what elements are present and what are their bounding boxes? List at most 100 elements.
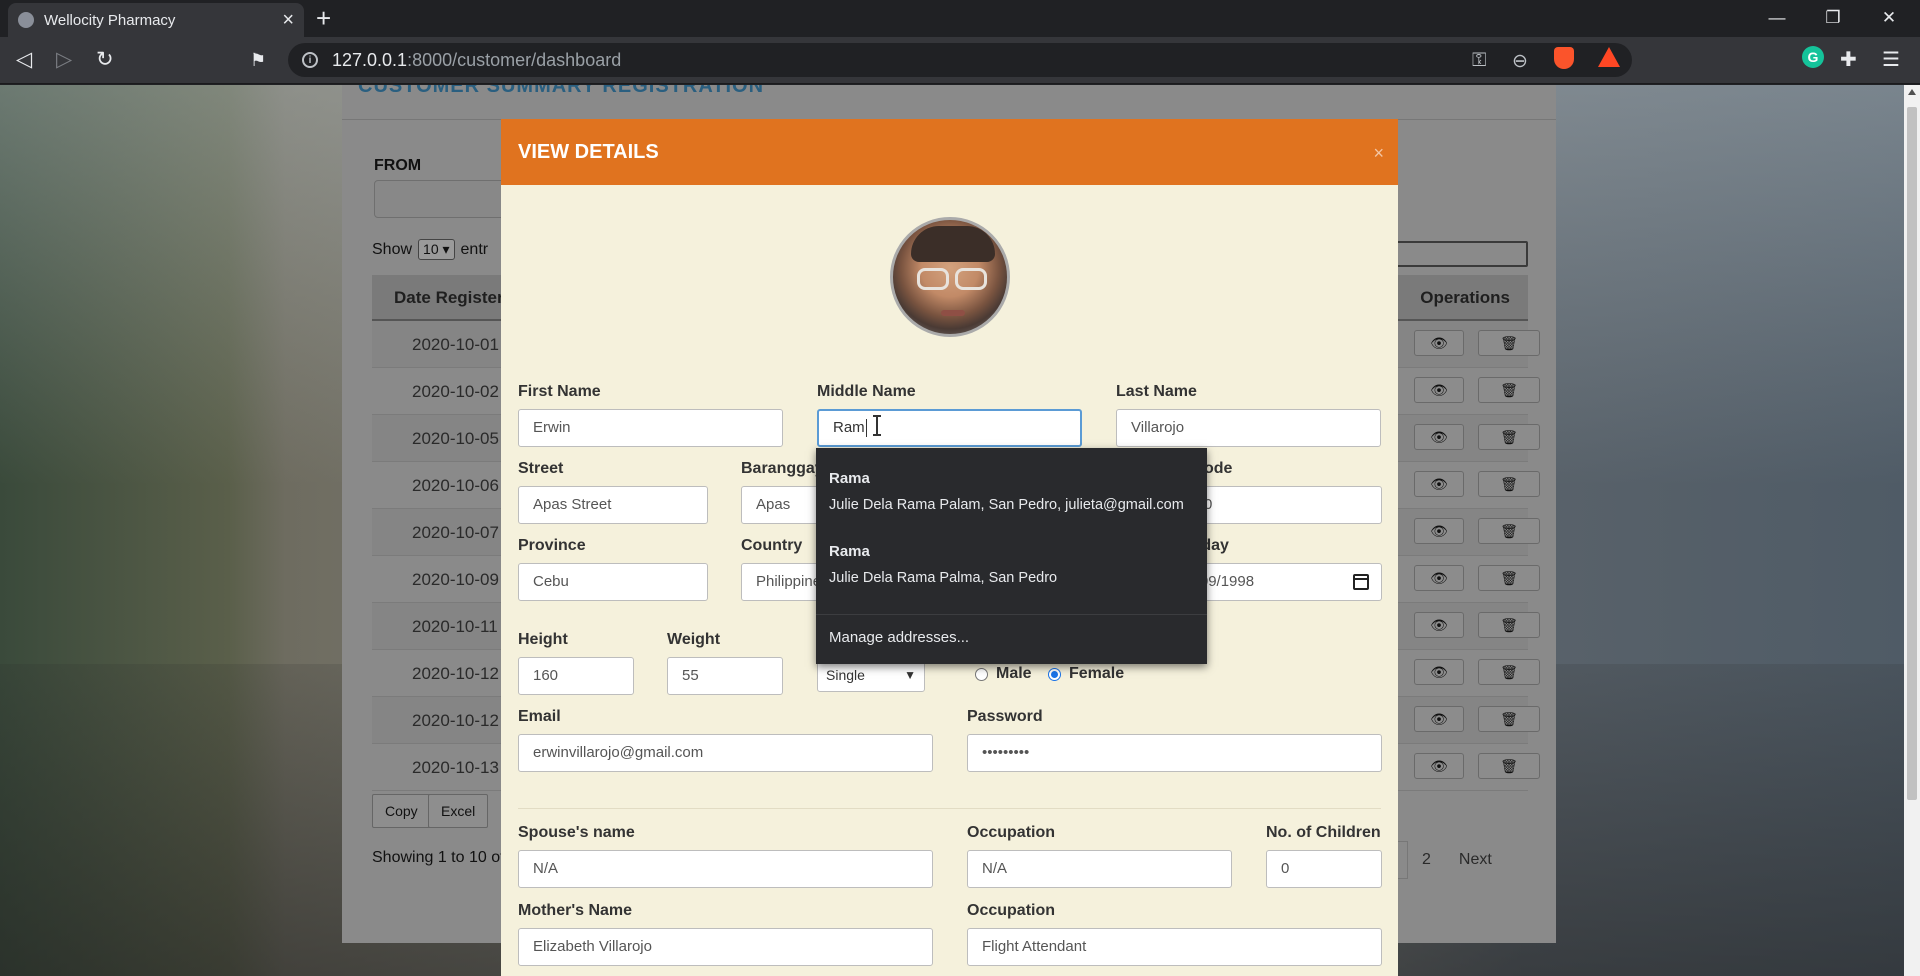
first-name-field[interactable]: Erwin	[518, 409, 783, 447]
restore-icon[interactable]: ❐	[1810, 4, 1856, 32]
reload-icon[interactable]: ↻	[96, 46, 114, 74]
rewards-icon[interactable]	[1598, 47, 1620, 67]
spouse-name-field[interactable]: N/A	[518, 850, 933, 888]
delete-trash-icon[interactable]: 🗑	[1478, 471, 1540, 497]
mother-name-field[interactable]: Elizabeth Villarojo	[518, 928, 933, 966]
view-eye-icon[interactable]: 👁	[1414, 377, 1464, 403]
scrollbar-thumb[interactable]	[1907, 107, 1917, 800]
suggestion-main: Rama	[829, 470, 870, 487]
autofill-dropdown: Rama Julie Dela Rama Palam, San Pedro, j…	[816, 448, 1207, 664]
scroll-up-icon[interactable]	[1908, 89, 1916, 95]
calendar-icon[interactable]	[1353, 574, 1369, 590]
key-icon[interactable]: ⚿	[1472, 50, 1486, 72]
last-name-field[interactable]: Villarojo	[1116, 409, 1381, 447]
from-date-input[interactable]	[374, 180, 514, 218]
zoom-out-icon[interactable]: ⊖	[1512, 50, 1528, 73]
row-date: 2020-10-06	[412, 476, 499, 495]
email-field[interactable]: erwinvillarojo@gmail.com	[518, 734, 933, 772]
street-field[interactable]: Apas Street	[518, 486, 708, 524]
tab-strip: Wellocity Pharmacy × + — ❐ ✕	[0, 0, 1920, 37]
manage-addresses-link[interactable]: Manage addresses...	[829, 629, 969, 646]
spouse-occupation-label: Occupation	[967, 824, 1056, 841]
height-field[interactable]: 160	[518, 657, 634, 695]
female-radio[interactable]	[1048, 667, 1061, 681]
delete-trash-icon[interactable]: 🗑	[1478, 565, 1540, 591]
new-tab-button[interactable]: +	[316, 4, 331, 32]
suggestion-detail: Julie Dela Rama Palam, San Pedro, juliet…	[829, 497, 1184, 513]
view-eye-icon[interactable]: 👁	[1414, 753, 1464, 779]
delete-trash-icon[interactable]: 🗑	[1478, 706, 1540, 732]
autofill-suggestion[interactable]: Rama Julie Dela Rama Palma, San Pedro	[829, 543, 1199, 586]
section-divider	[518, 808, 1381, 809]
minimize-icon[interactable]: —	[1754, 4, 1800, 32]
menu-icon[interactable]: ☰	[1882, 46, 1900, 74]
suggestion-main: Rama	[829, 543, 870, 560]
delete-trash-icon[interactable]: 🗑	[1478, 377, 1540, 403]
view-eye-icon[interactable]: 👁	[1414, 518, 1464, 544]
delete-trash-icon[interactable]: 🗑	[1478, 612, 1540, 638]
children-field[interactable]: 0	[1266, 850, 1382, 888]
view-eye-icon[interactable]: 👁	[1414, 612, 1464, 638]
spouse-name-label: Spouse's name	[518, 824, 635, 841]
page-scrollbar[interactable]	[1904, 85, 1920, 976]
tab-title: Wellocity Pharmacy	[44, 11, 176, 29]
view-eye-icon[interactable]: 👁	[1414, 565, 1464, 591]
middle-name-label: Middle Name	[817, 383, 916, 400]
table-search-input[interactable]	[1394, 241, 1528, 267]
page-2-link[interactable]: 2	[1408, 841, 1445, 879]
view-eye-icon[interactable]: 👁	[1414, 659, 1464, 685]
avatar-glasses-left	[917, 268, 949, 290]
mother-occupation-label: Occupation	[967, 902, 1056, 919]
address-bar[interactable]: i 127.0.0.1 :8000/customer/dashboard ⚿ ⊖	[288, 43, 1632, 77]
modal-title: VIEW DETAILS	[518, 141, 659, 163]
col-operations[interactable]: Operations	[1420, 288, 1510, 308]
province-label: Province	[518, 537, 586, 554]
delete-trash-icon[interactable]: 🗑	[1478, 753, 1540, 779]
last-name-label: Last Name	[1116, 383, 1197, 400]
view-eye-icon[interactable]: 👁	[1414, 424, 1464, 450]
copy-button[interactable]: Copy	[372, 794, 431, 828]
entries-select[interactable]: 10 ▾	[418, 239, 455, 260]
avatar	[890, 217, 1010, 337]
view-eye-icon[interactable]: 👁	[1414, 706, 1464, 732]
delete-trash-icon[interactable]: 🗑	[1478, 518, 1540, 544]
mother-occupation-field[interactable]: Flight Attendant	[967, 928, 1382, 966]
delete-trash-icon[interactable]: 🗑	[1478, 330, 1540, 356]
excel-button[interactable]: Excel	[428, 794, 489, 828]
delete-trash-icon[interactable]: 🗑	[1478, 659, 1540, 685]
avatar-glasses-right	[955, 268, 987, 290]
col-date-registered[interactable]: Date Register	[394, 288, 504, 308]
brave-shield-icon[interactable]	[1554, 47, 1574, 69]
avatar-mouth	[941, 310, 965, 316]
close-window-icon[interactable]: ✕	[1866, 4, 1912, 32]
view-eye-icon[interactable]: 👁	[1414, 471, 1464, 497]
spouse-occupation-field[interactable]: N/A	[967, 850, 1232, 888]
male-radio[interactable]	[975, 667, 988, 681]
suggestion-detail: Julie Dela Rama Palma, San Pedro	[829, 570, 1058, 586]
autofill-suggestion[interactable]: Rama Julie Dela Rama Palam, San Pedro, j…	[829, 470, 1199, 513]
info-icon[interactable]: i	[302, 52, 318, 68]
row-date: 2020-10-11	[412, 617, 498, 636]
delete-trash-icon[interactable]: 🗑	[1478, 424, 1540, 450]
weight-field[interactable]: 55	[667, 657, 783, 695]
gender-female-option[interactable]: Female	[1048, 665, 1124, 683]
back-icon[interactable]: ◁	[16, 46, 32, 74]
view-eye-icon[interactable]: 👁	[1414, 330, 1464, 356]
grammarly-icon[interactable]: G	[1802, 46, 1824, 68]
bookmark-icon[interactable]: ⚑	[250, 46, 266, 74]
password-field[interactable]: •••••••••	[967, 734, 1382, 772]
text-cursor-icon	[873, 415, 883, 437]
province-field[interactable]: Cebu	[518, 563, 708, 601]
row-date: 2020-10-01	[412, 335, 499, 354]
show-label: Show	[372, 240, 413, 258]
extensions-icon[interactable]: ✚	[1840, 46, 1857, 74]
modal-close-icon[interactable]: ×	[1373, 143, 1384, 164]
middle-name-field[interactable]: Ram	[817, 409, 1082, 447]
row-date: 2020-10-07	[412, 523, 499, 542]
forward-icon[interactable]: ▷	[56, 46, 72, 74]
female-label: Female	[1069, 665, 1125, 682]
gender-male-option[interactable]: Male	[975, 665, 1032, 683]
browser-tab[interactable]: Wellocity Pharmacy ×	[8, 3, 304, 37]
tab-close-icon[interactable]: ×	[282, 10, 294, 30]
next-page-link[interactable]: Next	[1445, 841, 1506, 879]
